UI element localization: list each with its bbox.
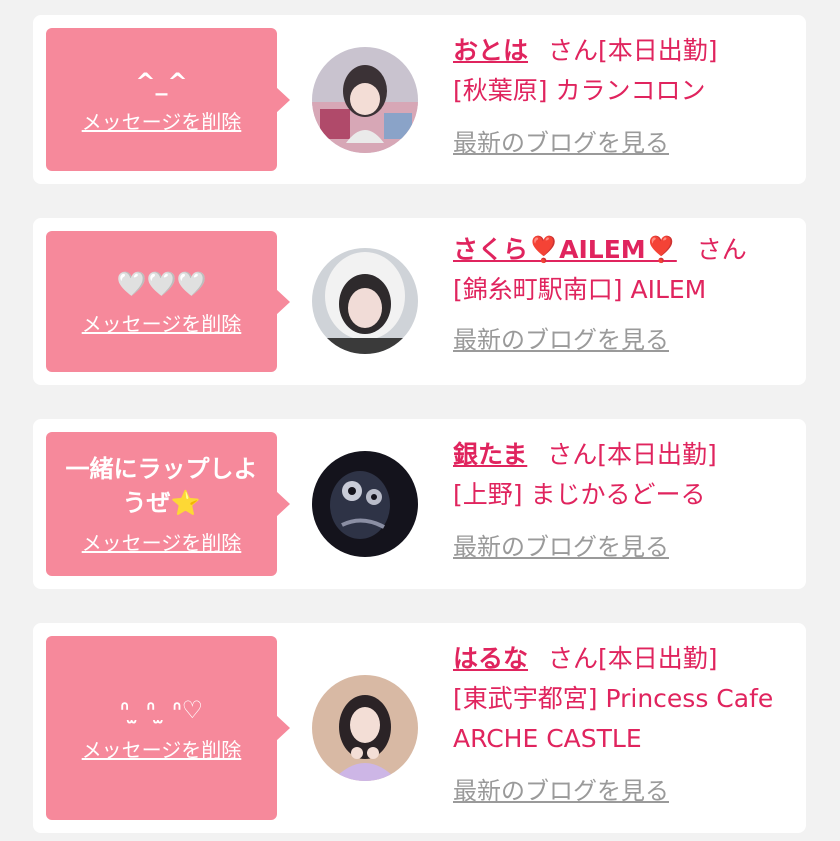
latest-blog-link[interactable]: 最新のブログを見る (453, 775, 798, 807)
message-bubble: ^_^ メッセージを削除 (46, 28, 290, 171)
avatar[interactable] (312, 47, 418, 153)
cast-name-link[interactable]: はるな (453, 644, 528, 673)
location-label: [上野] (453, 480, 523, 509)
delete-message-link[interactable]: メッセージを削除 (82, 530, 242, 556)
delete-message-link[interactable]: メッセージを削除 (82, 737, 242, 763)
honorific: さん (548, 36, 599, 65)
shop-name: まじかるどーる (530, 480, 706, 509)
honorific: さん (547, 440, 598, 469)
shop-name: AILEM (630, 275, 707, 304)
cast-name-link[interactable]: おとは (453, 36, 528, 65)
status-label: [本日出勤] (597, 440, 717, 469)
cast-info: 銀たま さん[本日出勤] [上野] まじかるどーる 最新のブログを見る (453, 435, 798, 563)
message-bubble: ᐢ ̫ ᐢ ̫ ᐢ♡ メッセージを削除 (46, 636, 290, 820)
message-bubble: 一緒にラップしようぜ⭐ メッセージを削除 (46, 432, 290, 576)
latest-blog-link[interactable]: 最新のブログを見る (453, 324, 798, 356)
message-text: 一緒にラップしようぜ⭐ (65, 455, 258, 517)
avatar[interactable] (312, 675, 418, 781)
shop-name: カランコロン (555, 76, 706, 105)
message-text: ^_^ (135, 67, 188, 96)
message-bubble: 🤍🤍🤍 メッセージを削除 (46, 231, 290, 372)
avatar[interactable] (312, 248, 418, 354)
latest-blog-link[interactable]: 最新のブログを見る (453, 531, 798, 563)
message-list: ^_^ メッセージを削除 おとは さん[本日出勤] [秋葉原] カランコロン 最新… (0, 0, 840, 841)
message-card: ᐢ ̫ ᐢ ̫ ᐢ♡ メッセージを削除 はるな さん[本日出勤] [東武宇都宮] … (33, 623, 806, 833)
message-card: ^_^ メッセージを削除 おとは さん[本日出勤] [秋葉原] カランコロン 最新… (33, 15, 806, 184)
message-card: 🤍🤍🤍 メッセージを削除 さくら❣️AILEM❣️ さん [錦糸町駅南口] AIL… (33, 218, 806, 385)
location-label: [秋葉原] (453, 76, 548, 105)
message-text: 🤍🤍🤍 (116, 269, 207, 298)
honorific: さん (548, 644, 599, 673)
cast-info: おとは さん[本日出勤] [秋葉原] カランコロン 最新のブログを見る (453, 31, 798, 159)
cast-info: さくら❣️AILEM❣️ さん [錦糸町駅南口] AILEM 最新のブログを見る (453, 230, 798, 356)
cast-info: はるな さん[本日出勤] [東武宇都宮] Princess Cafe ARCHE … (453, 639, 798, 807)
cast-name-link[interactable]: 銀たま (453, 440, 527, 469)
status-label: [本日出勤] (598, 644, 718, 673)
location-label: [錦糸町駅南口] (453, 275, 623, 304)
message-card: 一緒にラップしようぜ⭐ メッセージを削除 銀たま さん[本日出勤] [上野] まじ… (33, 419, 806, 589)
latest-blog-link[interactable]: 最新のブログを見る (453, 127, 798, 159)
cast-name-link[interactable]: さくら❣️AILEM❣️ (453, 235, 677, 264)
honorific: さん (696, 235, 747, 264)
status-label: [本日出勤] (598, 36, 718, 65)
delete-message-link[interactable]: メッセージを削除 (82, 311, 242, 337)
location-label: [東武宇都宮] (453, 684, 598, 713)
delete-message-link[interactable]: メッセージを削除 (82, 109, 242, 135)
message-text: ᐢ ̫ ᐢ ̫ ᐢ♡ (119, 696, 204, 724)
avatar[interactable] (312, 451, 418, 557)
